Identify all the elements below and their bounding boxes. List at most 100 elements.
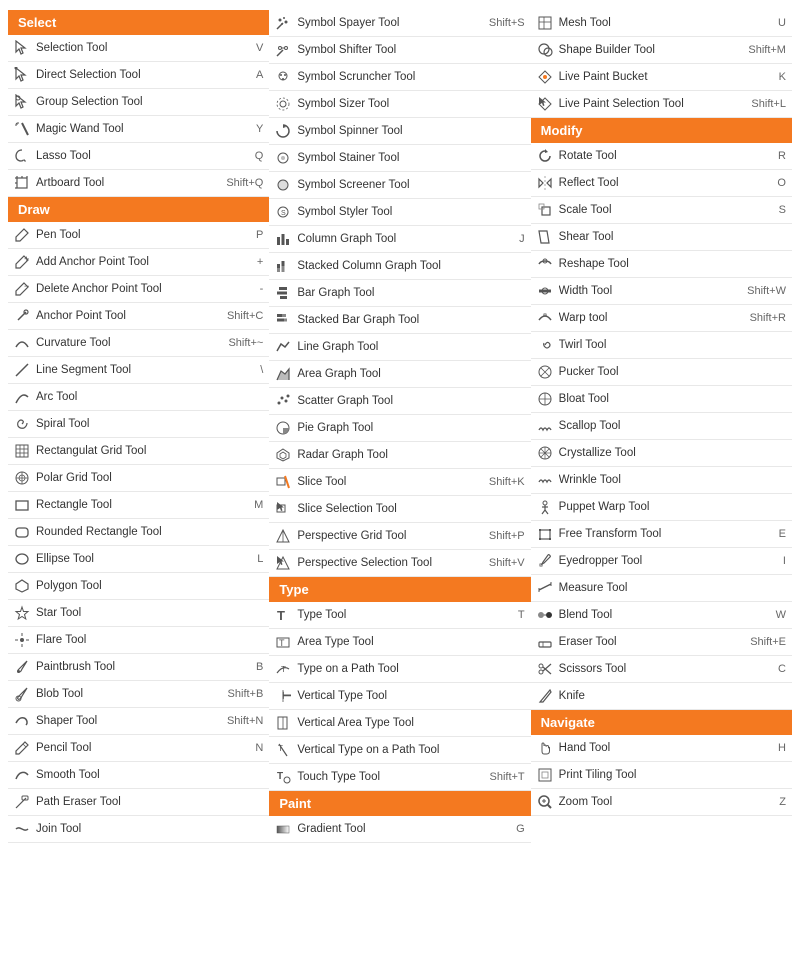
tool-item[interactable]: Paintbrush ToolB	[8, 654, 269, 681]
tool-item[interactable]: Scatter Graph Tool	[269, 388, 530, 415]
tool-item[interactable]: Smooth Tool	[8, 762, 269, 789]
tool-item[interactable]: +Add Anchor Point Tool+	[8, 249, 269, 276]
tool-item[interactable]: Bloat Tool	[531, 386, 792, 413]
tool-item[interactable]: Symbol Stainer Tool	[269, 145, 530, 172]
tool-item[interactable]: Eyedropper ToolI	[531, 548, 792, 575]
tool-item[interactable]: TVertical Type Tool	[269, 683, 530, 710]
tool-item[interactable]: Ellipse ToolL	[8, 546, 269, 573]
tool-item[interactable]: Path Eraser Tool	[8, 789, 269, 816]
tool-item[interactable]: Rotate ToolR	[531, 143, 792, 170]
tool-item[interactable]: Shape Builder ToolShift+M	[531, 37, 792, 64]
tool-item[interactable]: Line Graph Tool	[269, 334, 530, 361]
tool-item[interactable]: Flare Tool	[8, 627, 269, 654]
tool-name-label: Bar Graph Tool	[297, 287, 524, 299]
tool-item[interactable]: Hand ToolH	[531, 735, 792, 762]
tool-item[interactable]: Print Tiling Tool	[531, 762, 792, 789]
tool-item[interactable]: Star Tool	[8, 600, 269, 627]
tool-item[interactable]: SSymbol Styler Tool	[269, 199, 530, 226]
tool-item[interactable]: Lasso ToolQ	[8, 143, 269, 170]
tool-item[interactable]: Pucker Tool	[531, 359, 792, 386]
tool-item[interactable]: Wrinkle Tool	[531, 467, 792, 494]
tool-item[interactable]: Mesh ToolU	[531, 10, 792, 37]
tool-item[interactable]: Pencil ToolN	[8, 735, 269, 762]
tool-item[interactable]: Magic Wand ToolY	[8, 116, 269, 143]
tool-item[interactable]: Spiral Tool	[8, 411, 269, 438]
tool-item[interactable]: Symbol Shifter Tool	[269, 37, 530, 64]
tool-item[interactable]: TType on a Path Tool	[269, 656, 530, 683]
tool-item[interactable]: Perspective Selection ToolShift+V	[269, 550, 530, 577]
tool-item[interactable]: Group Selection Tool	[8, 89, 269, 116]
svg-text:+: +	[24, 254, 29, 264]
anchor-point-icon	[12, 306, 32, 326]
tool-item[interactable]: Direct Selection ToolA	[8, 62, 269, 89]
tool-item[interactable]: Blend ToolW	[531, 602, 792, 629]
tool-item[interactable]: Symbol Spinner Tool	[269, 118, 530, 145]
tool-item[interactable]: TVertical Type on a Path Tool	[269, 737, 530, 764]
tool-item[interactable]: Free Transform ToolE	[531, 521, 792, 548]
tool-item[interactable]: Live Paint Selection ToolShift+L	[531, 91, 792, 118]
tool-item[interactable]: Anchor Point ToolShift+C	[8, 303, 269, 330]
tool-item[interactable]: TTouch Type ToolShift+T	[269, 764, 530, 791]
symbol-spinner-icon	[273, 121, 293, 141]
tool-item[interactable]: Curvature ToolShift+~	[8, 330, 269, 357]
tool-item[interactable]: Vertical Area Type Tool	[269, 710, 530, 737]
tool-item[interactable]: Scale ToolS	[531, 197, 792, 224]
tool-item[interactable]: Radar Graph Tool	[269, 442, 530, 469]
tool-item[interactable]: Twirl Tool	[531, 332, 792, 359]
tool-item[interactable]: Polar Grid Tool	[8, 465, 269, 492]
tool-shortcut-label: Shift+C	[227, 310, 263, 322]
tool-item[interactable]: Width ToolShift+W	[531, 278, 792, 305]
tool-item[interactable]: Scissors ToolC	[531, 656, 792, 683]
svg-text:T: T	[277, 771, 283, 782]
tool-item[interactable]: Measure Tool	[531, 575, 792, 602]
tool-item[interactable]: Symbol Scruncher Tool	[269, 64, 530, 91]
tool-item[interactable]: Line Segment Tool\	[8, 357, 269, 384]
tool-item[interactable]: Eraser ToolShift+E	[531, 629, 792, 656]
type-icon: T	[273, 605, 293, 625]
tool-item[interactable]: Rectangulat Grid Tool	[8, 438, 269, 465]
tool-name-label: Ellipse Tool	[36, 553, 253, 565]
tool-item[interactable]: Stacked Column Graph Tool	[269, 253, 530, 280]
tool-item[interactable]: Area Graph Tool	[269, 361, 530, 388]
tool-item[interactable]: Symbol Screener Tool	[269, 172, 530, 199]
tool-item[interactable]: Rounded Rectangle Tool	[8, 519, 269, 546]
tool-name-label: Area Graph Tool	[297, 368, 524, 380]
tool-item[interactable]: Slice Selection Tool	[269, 496, 530, 523]
tool-item[interactable]: Arc Tool	[8, 384, 269, 411]
tool-item[interactable]: Warp toolShift+R	[531, 305, 792, 332]
tool-item[interactable]: Puppet Warp Tool	[531, 494, 792, 521]
symbol-sizer-icon	[273, 94, 293, 114]
tool-item[interactable]: Symbol Sizer Tool	[269, 91, 530, 118]
tool-item[interactable]: Reflect ToolO	[531, 170, 792, 197]
tool-item[interactable]: Shear Tool	[531, 224, 792, 251]
tool-item[interactable]: Stacked Bar Graph Tool	[269, 307, 530, 334]
tool-name-label: Stacked Column Graph Tool	[297, 260, 524, 272]
tool-item[interactable]: TArea Type Tool	[269, 629, 530, 656]
tool-item[interactable]: Column Graph ToolJ	[269, 226, 530, 253]
tool-name-label: Paintbrush Tool	[36, 661, 252, 673]
tool-item[interactable]: Join Tool	[8, 816, 269, 843]
tool-item[interactable]: −Delete Anchor Point Tool-	[8, 276, 269, 303]
tool-item[interactable]: Knife	[531, 683, 792, 710]
tool-item[interactable]: Selection ToolV	[8, 35, 269, 62]
tool-item[interactable]: Pie Graph Tool	[269, 415, 530, 442]
tool-item[interactable]: Reshape Tool	[531, 251, 792, 278]
tool-item[interactable]: Crystallize Tool	[531, 440, 792, 467]
tool-item[interactable]: Zoom ToolZ	[531, 789, 792, 816]
tool-item[interactable]: Pen ToolP	[8, 222, 269, 249]
tool-name-label: Pen Tool	[36, 229, 252, 241]
tool-item[interactable]: Artboard ToolShift+Q	[8, 170, 269, 197]
tool-item[interactable]: Perspective Grid ToolShift+P	[269, 523, 530, 550]
tool-item[interactable]: Blob ToolShift+B	[8, 681, 269, 708]
tool-item[interactable]: Symbol Spayer ToolShift+S	[269, 10, 530, 37]
tool-item[interactable]: Slice ToolShift+K	[269, 469, 530, 496]
tool-item[interactable]: Rectangle ToolM	[8, 492, 269, 519]
tool-shortcut-label: W	[776, 609, 786, 621]
tool-item[interactable]: Live Paint BucketK	[531, 64, 792, 91]
tool-item[interactable]: Shaper ToolShift+N	[8, 708, 269, 735]
tool-item[interactable]: Polygon Tool	[8, 573, 269, 600]
tool-item[interactable]: TType ToolT	[269, 602, 530, 629]
tool-item[interactable]: Gradient ToolG	[269, 816, 530, 843]
tool-item[interactable]: Bar Graph Tool	[269, 280, 530, 307]
tool-item[interactable]: Scallop Tool	[531, 413, 792, 440]
